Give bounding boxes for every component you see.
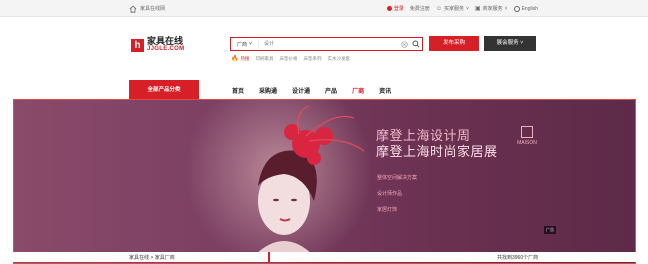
logo-mark: h — [131, 38, 144, 52]
site-logo[interactable]: h 家具在线 JJGLE.COM — [131, 37, 184, 53]
nav-item-manufacturers[interactable]: 厂商 — [352, 86, 364, 95]
breadcrumb-row: 家具在线 > 家具厂商 共找到3960个厂商 — [0, 252, 648, 262]
search-input[interactable] — [258, 39, 398, 49]
flame-icon: 🔥 — [231, 56, 239, 62]
promo-banner[interactable]: 摩登上海设计周 摩登上海时尚家居展 MAISON 整体空间解决方案 设计师作品 … — [13, 99, 636, 264]
login-label: 登录 — [393, 6, 404, 12]
exhibition-service-button[interactable]: 展会服务 ˅ — [484, 36, 536, 51]
banner-title-line1: 摩登上海设计周 — [376, 128, 471, 143]
post-purchase-button[interactable]: 发布采购 — [429, 36, 479, 51]
search-icon[interactable] — [410, 38, 422, 50]
divider — [268, 252, 270, 262]
chevron-down-icon: ˅ — [466, 5, 469, 12]
login-link[interactable]: 登录 — [386, 5, 404, 12]
home-link-label: 家具在线网 — [140, 6, 166, 12]
banner-link[interactable]: 设计师作品 — [377, 190, 417, 197]
banner-title: 摩登上海设计周 摩登上海时尚家居展 — [376, 128, 498, 160]
maison-logo: MAISON — [514, 126, 540, 146]
user-icon — [386, 6, 392, 11]
home-icon — [129, 5, 137, 13]
register-link[interactable]: 免费注册 — [410, 5, 430, 12]
chevron-down-icon: ˅ — [520, 40, 524, 46]
hot-term[interactable]: 实木沙发套 — [327, 56, 350, 62]
buyer-center-menu[interactable]: ☺ 买家服务 ˅ — [435, 5, 469, 13]
buyer-icon: ☺ — [435, 5, 443, 12]
nav-item-products[interactable]: 产品 — [325, 86, 337, 95]
all-categories-button[interactable]: 全部产品分类 — [129, 80, 199, 100]
english-label: English — [521, 5, 538, 12]
logo-name-en: JJGLE.COM — [147, 46, 185, 52]
logo-name-cn: 家具在线 — [147, 36, 184, 46]
hot-label-text: 热搜 — [240, 55, 250, 61]
banner-link[interactable]: 家居灯饰 — [377, 206, 417, 213]
english-link[interactable]: English — [513, 5, 538, 12]
banner-link[interactable]: 整体空间解决方案 — [377, 174, 417, 181]
search-category-label: 厂商 — [237, 41, 248, 48]
hot-term[interactable]: 床垫价格 — [279, 56, 297, 62]
hot-searches: 🔥 热搜 印刷家具 床垫价格 床垫系列 实木沙发套 — [231, 55, 350, 63]
home-link[interactable]: 家具在线网 — [129, 5, 165, 13]
maison-icon — [521, 126, 533, 138]
results-count: 共找到3960个厂商 — [497, 255, 539, 261]
clear-icon[interactable] — [398, 38, 410, 50]
banner-title-line2: 摩登上海时尚家居展 — [376, 144, 498, 159]
nav-item-news[interactable]: 资讯 — [379, 86, 391, 95]
site-header: h 家具在线 JJGLE.COM 厂商 ˅ 🔥 热搜 印刷家具 床垫价格 床垫系… — [0, 17, 648, 77]
exhibition-service-label: 展会服务 — [496, 40, 519, 46]
hot-term[interactable]: 印刷家具 — [255, 56, 273, 62]
chevron-down-icon: ˅ — [504, 5, 508, 12]
seller-center-label: 商家服务 — [482, 6, 503, 12]
search-box: 厂商 ˅ — [230, 37, 423, 51]
top-utility-bar: 家具在线网 登录 免费注册 ☺ 买家服务 ˅ ▣ 商家服务 ˅ English — [0, 0, 648, 17]
main-nav: 全部产品分类 首页 采购通 设计通 产品 厂商 资讯 — [0, 80, 648, 100]
nav-item-purchase[interactable]: 采购通 — [259, 86, 277, 95]
maison-text: MAISON — [517, 140, 537, 146]
seller-center-menu[interactable]: ▣ 商家服务 ˅ — [474, 5, 508, 13]
globe-icon — [513, 5, 520, 12]
store-icon: ▣ — [474, 6, 481, 12]
chevron-down-icon: ˅ — [249, 41, 252, 47]
hot-label: 🔥 热搜 — [231, 55, 250, 63]
nav-item-home[interactable]: 首页 — [232, 86, 244, 95]
breadcrumb[interactable]: 家具在线 > 家具厂商 — [129, 254, 175, 261]
buyer-center-label: 买家服务 — [444, 6, 465, 12]
nav-item-design[interactable]: 设计通 — [292, 86, 310, 95]
ad-tag: 广告 — [544, 226, 556, 234]
banner-model-image — [254, 106, 365, 256]
hot-term[interactable]: 床垫系列 — [303, 56, 321, 62]
search-category-select[interactable]: 厂商 ˅ — [231, 39, 259, 49]
banner-links: 整体空间解决方案 设计师作品 家居灯饰 — [377, 174, 417, 213]
